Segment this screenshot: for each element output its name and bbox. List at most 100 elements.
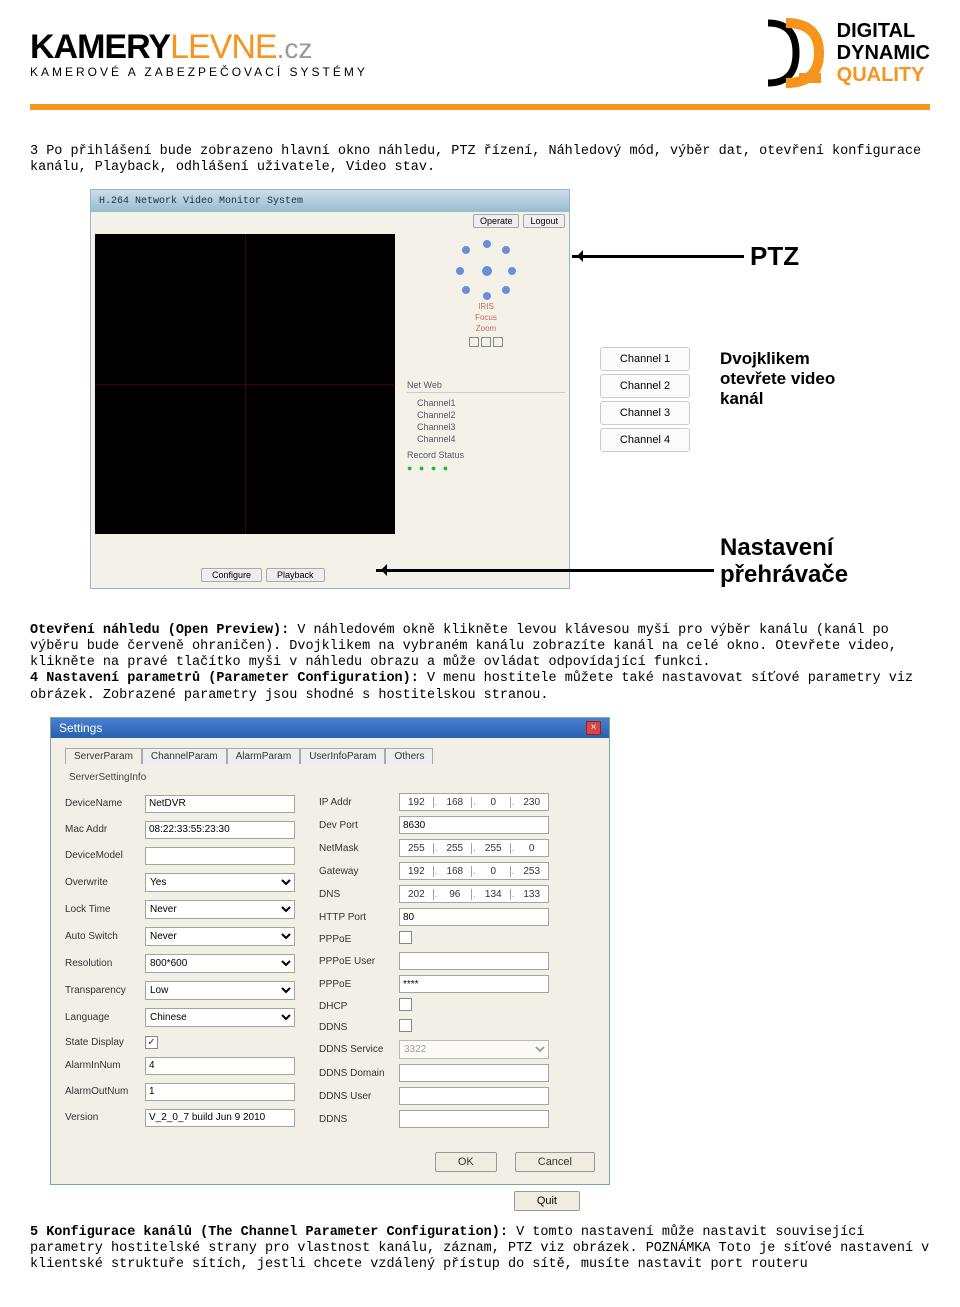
ddnsuser-field[interactable]: [399, 1087, 549, 1105]
status-leds: ● ● ● ●: [407, 463, 464, 473]
httpport-field[interactable]: [399, 908, 549, 926]
arrow-ptz: [572, 255, 744, 258]
dhcp-checkbox[interactable]: [399, 998, 412, 1011]
pppoepass-field[interactable]: [399, 975, 549, 993]
window-titlebar: H.264 Network Video Monitor System: [91, 190, 569, 212]
logo-ddq: DIGITAL DYNAMIC QUALITY: [741, 18, 930, 88]
open-preview-bold: Otevření náhledu (Open Preview):: [30, 623, 289, 638]
logo-text-cz: .cz: [277, 33, 313, 64]
version-field[interactable]: [145, 1109, 295, 1127]
ddnsdomain-field[interactable]: [399, 1064, 549, 1082]
focus-label[interactable]: Focus: [475, 313, 497, 322]
version-label: Version: [65, 1112, 145, 1123]
ddns-checkbox[interactable]: [399, 1019, 412, 1032]
language-select[interactable]: Chinese: [145, 1008, 295, 1027]
pppoeuser-field[interactable]: [399, 952, 549, 970]
pppoe-checkbox[interactable]: [399, 931, 412, 944]
devicemodel-label: DeviceModel: [65, 850, 145, 861]
param-config-bold: 4 Nastavení parametrů (Parameter Configu…: [30, 671, 419, 686]
cancel-button[interactable]: Cancel: [515, 1152, 595, 1172]
channel-tree-item[interactable]: Channel3: [407, 421, 565, 433]
ddns2-field[interactable]: [399, 1110, 549, 1128]
alarminnum-label: AlarmInNum: [65, 1060, 145, 1071]
ptz-panel: IRIS Focus Zoom: [407, 240, 565, 349]
autoswitch-select[interactable]: Never: [145, 927, 295, 946]
tab-channelparam[interactable]: ChannelParam: [142, 748, 227, 764]
language-label: Language: [65, 1012, 145, 1023]
channel-button[interactable]: Channel 4: [600, 428, 690, 452]
configure-button[interactable]: Configure: [201, 568, 262, 582]
devicemodel-field[interactable]: [145, 847, 295, 865]
alarmoutnum-field[interactable]: [145, 1083, 295, 1101]
transparency-select[interactable]: Low: [145, 981, 295, 1000]
app-window: H.264 Network Video Monitor System Opera…: [90, 189, 570, 589]
ddq-quality: QUALITY: [837, 64, 930, 86]
close-icon[interactable]: ×: [586, 721, 601, 735]
zoom-label[interactable]: Zoom: [476, 324, 496, 333]
logo-text-levne: LEVNE: [170, 28, 277, 66]
tab-userinfoparam[interactable]: UserInfoParam: [300, 748, 385, 764]
layout-icons[interactable]: [407, 337, 565, 349]
macaddr-field[interactable]: [145, 821, 295, 839]
alarminnum-field[interactable]: [145, 1057, 295, 1075]
tab-serverparam[interactable]: ServerParam: [65, 748, 142, 764]
ddns-label: DDNS: [319, 1022, 399, 1033]
channel-tree-item[interactable]: Channel4: [407, 433, 565, 445]
overwrite-select[interactable]: Yes: [145, 873, 295, 892]
iris-label[interactable]: IRIS: [478, 302, 494, 311]
left-column: DeviceName Mac Addr DeviceModel Overwrit…: [65, 793, 295, 1128]
channel-button[interactable]: Channel 3: [600, 401, 690, 425]
arrow-nastaveni: [376, 569, 714, 572]
locktime-label: Lock Time: [65, 904, 145, 915]
figure-preview-window: H.264 Network Video Monitor System Opera…: [80, 189, 880, 609]
transparency-label: Transparency: [65, 985, 145, 996]
logout-button[interactable]: Logout: [523, 214, 565, 228]
ok-button[interactable]: OK: [435, 1152, 497, 1172]
ipaddr-field[interactable]: 192.168.0.230: [399, 793, 549, 811]
devport-label: Dev Port: [319, 820, 399, 831]
annotation-doubleclick: Dvojklikem otevřete video kanál: [720, 349, 880, 409]
pppoeuser-label: PPPoE User: [319, 956, 399, 967]
statedisplay-label: State Display: [65, 1037, 145, 1048]
record-status-label: Record Status: [407, 450, 464, 460]
channel-config-bold: 5 Konfigurace kanálů (The Channel Parame…: [30, 1225, 508, 1240]
operate-button[interactable]: Operate: [473, 214, 520, 228]
locktime-select[interactable]: Never: [145, 900, 295, 919]
logo-subtitle: KAMEROVÉ A ZABEZPEČOVACÍ SYSTÉMY: [30, 65, 368, 79]
ipaddr-label: IP Addr: [319, 797, 399, 808]
ddnsservice-select: 3322: [399, 1040, 549, 1059]
alarmoutnum-label: AlarmOutNum: [65, 1086, 145, 1097]
netmask-field[interactable]: 255.255.255.0: [399, 839, 549, 857]
devport-field[interactable]: [399, 816, 549, 834]
ddnsuser-label: DDNS User: [319, 1091, 399, 1102]
macaddr-label: Mac Addr: [65, 824, 145, 835]
logo-kamerylevne: KAMERYLEVNE.cz KAMEROVÉ A ZABEZPEČOVACÍ …: [30, 28, 368, 79]
devicename-field[interactable]: [145, 795, 295, 813]
channel-button[interactable]: Channel 2: [600, 374, 690, 398]
ddq-dynamic: DYNAMIC: [837, 42, 930, 64]
ddq-icon: [741, 18, 831, 88]
channel-tree-item[interactable]: Channel1: [407, 397, 565, 409]
annotation-nastaveni: Nastavení přehrávače: [720, 535, 880, 588]
tab-others[interactable]: Others: [385, 748, 433, 764]
video-grid[interactable]: [95, 234, 395, 534]
right-column: IP Addr 192.168.0.230 Dev Port NetMask 2…: [319, 793, 549, 1128]
ddnsdomain-label: DDNS Domain: [319, 1068, 399, 1079]
record-status: Record Status ● ● ● ●: [407, 450, 464, 473]
resolution-label: Resolution: [65, 958, 145, 969]
gateway-label: Gateway: [319, 866, 399, 877]
ptz-compass[interactable]: [456, 240, 516, 300]
gateway-field[interactable]: 192.168.0.253: [399, 862, 549, 880]
ddns2-label: DDNS: [319, 1114, 399, 1125]
paragraph-open-preview: Otevření náhledu (Open Preview): V náhle…: [30, 623, 930, 704]
tab-alarmparam[interactable]: AlarmParam: [227, 748, 301, 764]
quit-button[interactable]: Quit: [514, 1191, 580, 1211]
channel-tree: Net Web Channel1 Channel2 Channel3 Chann…: [407, 380, 565, 445]
resolution-select[interactable]: 800*600: [145, 954, 295, 973]
channel-tree-item[interactable]: Channel2: [407, 409, 565, 421]
playback-button[interactable]: Playback: [266, 568, 325, 582]
channel-button[interactable]: Channel 1: [600, 347, 690, 371]
devicename-label: DeviceName: [65, 798, 145, 809]
statedisplay-checkbox[interactable]: [145, 1036, 158, 1049]
dns-field[interactable]: 202.96.134.133: [399, 885, 549, 903]
